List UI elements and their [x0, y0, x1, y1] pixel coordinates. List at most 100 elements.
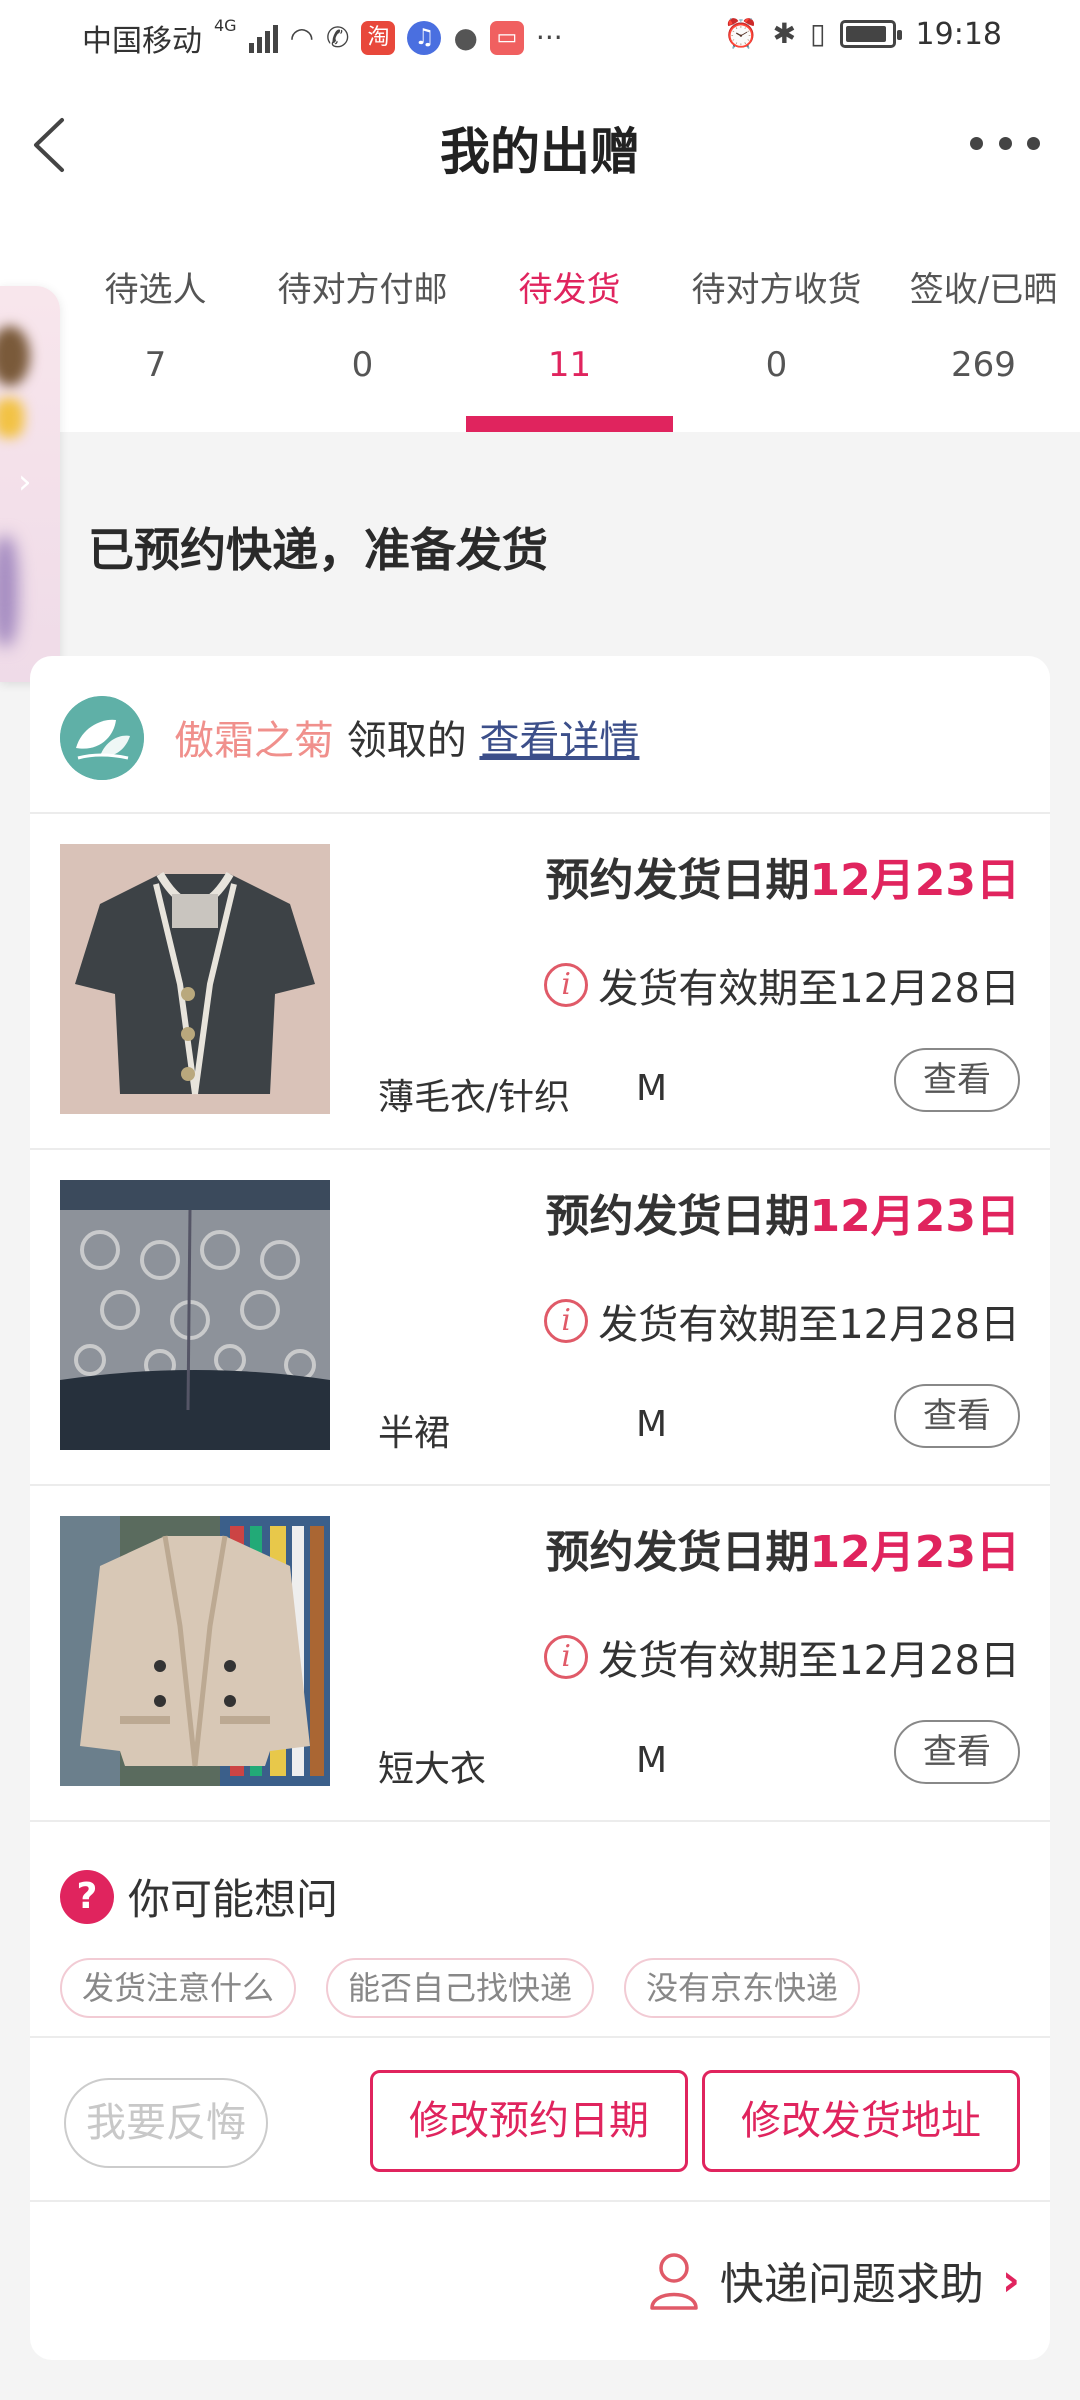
tab-pending-selection[interactable]: 待选人 7: [52, 262, 259, 432]
tab-pending-shipment[interactable]: 待发货 11: [466, 262, 673, 432]
receiver-row: 傲霜之菊 领取的 查看详情: [30, 656, 1050, 814]
status-tabs: 待选人 7 待对方付邮 0 待发货 11 待对方收货 0 签收/已晒 269: [52, 262, 1080, 432]
tab-received[interactable]: 签收/已晒 269: [880, 262, 1080, 432]
tab-label: 待对方收货: [691, 270, 862, 310]
taobao-app-icon: 淘: [361, 21, 396, 55]
alarm-icon: ⏰: [723, 17, 759, 50]
music-app-icon: ♫: [407, 21, 442, 55]
item-thumbnail[interactable]: [60, 1516, 330, 1786]
wechat-icon: ●: [453, 21, 478, 54]
item-size: M: [636, 1068, 668, 1109]
more-notifications-icon: ···: [535, 21, 563, 54]
page-title: 我的出赠: [440, 123, 640, 181]
network-label: 4G: [214, 16, 237, 35]
section-heading: 已预约快递，准备发货: [88, 523, 548, 577]
receiver-avatar[interactable]: [60, 696, 144, 780]
leaf-logo-icon: [60, 696, 144, 780]
short-coat-image: [60, 1516, 330, 1786]
tab-label: 签收/已晒: [909, 270, 1058, 310]
list-item: 预约发货日期12月23日 i 发货有效期至12月28日 半裙 M 查看: [30, 1150, 1050, 1486]
status-right: ⏰ ✱ ▯ 19:18: [724, 16, 1002, 52]
tab-label: 待对方付邮: [277, 270, 448, 310]
tab-count: 7: [144, 345, 167, 385]
date-value: 12月23日: [809, 1191, 1020, 1242]
chevron-right-icon: ›: [1001, 2254, 1020, 2306]
item-category: 半裙: [378, 1413, 451, 1454]
status-left: 中国移动 4G ◠ ✆ 淘 ♫ ● ▭ ···: [82, 16, 563, 60]
change-date-button[interactable]: 修改预约日期: [370, 2070, 688, 2172]
faq-title: ? 你可能想问: [60, 1866, 338, 1927]
scheduled-date: 预约发货日期12月23日: [546, 1180, 1020, 1244]
blur-shape: [0, 398, 24, 438]
scheduled-date: 预约发货日期12月23日: [546, 844, 1020, 908]
date-label: 预约发货日期: [545, 855, 810, 906]
active-tab-indicator: [466, 416, 673, 432]
clock-label: 19:18: [915, 16, 1002, 52]
blur-shape: [0, 326, 30, 386]
view-button[interactable]: 查看: [894, 1384, 1020, 1448]
tab-pending-receipt[interactable]: 待对方收货 0: [673, 262, 880, 432]
item-category: 短大衣: [378, 1749, 487, 1790]
validity-text: 发货有效期至12月28日: [598, 966, 1020, 1012]
list-item: 预约发货日期12月23日 i 发货有效期至12月28日 短大衣 M 查看: [30, 1486, 1050, 1822]
shipment-card: 傲霜之菊 领取的 查看详情 预约发货日期12月23日 i 发货有效期至12月28…: [30, 656, 1050, 2360]
skirt-image: [60, 1180, 330, 1450]
validity-row: i 发货有效期至12月28日: [544, 956, 1020, 1014]
wifi-icon: ◠: [289, 21, 315, 54]
validity-row: i 发货有效期至12月28日: [544, 1292, 1020, 1350]
change-address-button[interactable]: 修改发货地址: [702, 2070, 1020, 2172]
blur-shape: [0, 536, 18, 646]
vibrate-icon: ▯: [810, 17, 826, 50]
status-bar: 中国移动 4G ◠ ✆ 淘 ♫ ● ▭ ··· ⏰ ✱ ▯ 19:18: [0, 0, 1080, 72]
view-button[interactable]: 查看: [894, 1720, 1020, 1784]
faq-chips: 发货注意什么 能否自己找快递 没有京东快递: [60, 1958, 861, 2018]
header: 我的出赠: [0, 90, 1080, 200]
more-options-button[interactable]: [970, 128, 1040, 158]
tab-count: 269: [951, 345, 1016, 385]
date-value: 12月23日: [809, 1527, 1020, 1578]
view-button[interactable]: 查看: [894, 1048, 1020, 1112]
receiver-name[interactable]: 傲霜之菊: [174, 718, 334, 764]
item-thumbnail[interactable]: [60, 1180, 330, 1450]
faq-section: ? 你可能想问 发货注意什么 能否自己找快递 没有京东快递: [30, 1822, 1050, 2038]
courier-help-row[interactable]: 快递问题求助 ›: [30, 2204, 1050, 2360]
missed-call-icon: ✆: [326, 21, 350, 54]
regret-button[interactable]: 我要反悔: [64, 2078, 268, 2168]
bluetooth-icon: ✱: [772, 17, 797, 50]
faq-chip-own-courier[interactable]: 能否自己找快递: [326, 1958, 595, 2018]
date-label: 预约发货日期: [545, 1191, 810, 1242]
list-item: 预约发货日期12月23日 i 发货有效期至12月28日 薄毛衣/针织 M 查看: [30, 814, 1050, 1150]
faq-chip-no-jd-express[interactable]: 没有京东快递: [624, 1958, 861, 2018]
chevron-right-icon: ›: [18, 462, 32, 502]
dot: [970, 136, 983, 150]
question-icon: ?: [60, 1869, 114, 1924]
receiver-text: 傲霜之菊 领取的 查看详情: [174, 708, 639, 766]
item-thumbnail[interactable]: [60, 844, 330, 1114]
tab-label: 待选人: [104, 270, 207, 310]
carrier-label: 中国移动: [82, 24, 202, 59]
signal-icon: [248, 23, 278, 53]
battery-icon: [839, 20, 902, 48]
info-icon: i: [544, 963, 589, 1007]
info-icon: i: [544, 1299, 589, 1343]
app-notification-icon: ▭: [489, 21, 524, 55]
cardigan-image: [60, 844, 330, 1114]
item-size: M: [636, 1404, 668, 1445]
view-details-link[interactable]: 查看详情: [479, 718, 639, 764]
floating-side-panel[interactable]: ›: [0, 286, 60, 682]
validity-text: 发货有效期至12月28日: [598, 1302, 1020, 1348]
dot: [998, 136, 1012, 150]
tab-label: 待发货: [518, 270, 621, 310]
courier-help: 快递问题求助 ›: [646, 2248, 1020, 2312]
action-bar: 我要反悔 修改预约日期 修改发货地址: [30, 2038, 1050, 2202]
tab-count: 0: [765, 345, 788, 385]
tab-pending-postage[interactable]: 待对方付邮 0: [259, 262, 466, 432]
receiver-action: 领取的: [346, 718, 467, 764]
info-icon: i: [544, 1635, 589, 1679]
faq-chip-shipping-notes[interactable]: 发货注意什么: [60, 1958, 297, 2018]
person-icon: [650, 2253, 698, 2310]
tab-count: 11: [547, 345, 592, 385]
date-label: 预约发货日期: [545, 1527, 810, 1578]
date-value: 12月23日: [809, 855, 1020, 906]
validity-row: i 发货有效期至12月28日: [544, 1628, 1020, 1686]
